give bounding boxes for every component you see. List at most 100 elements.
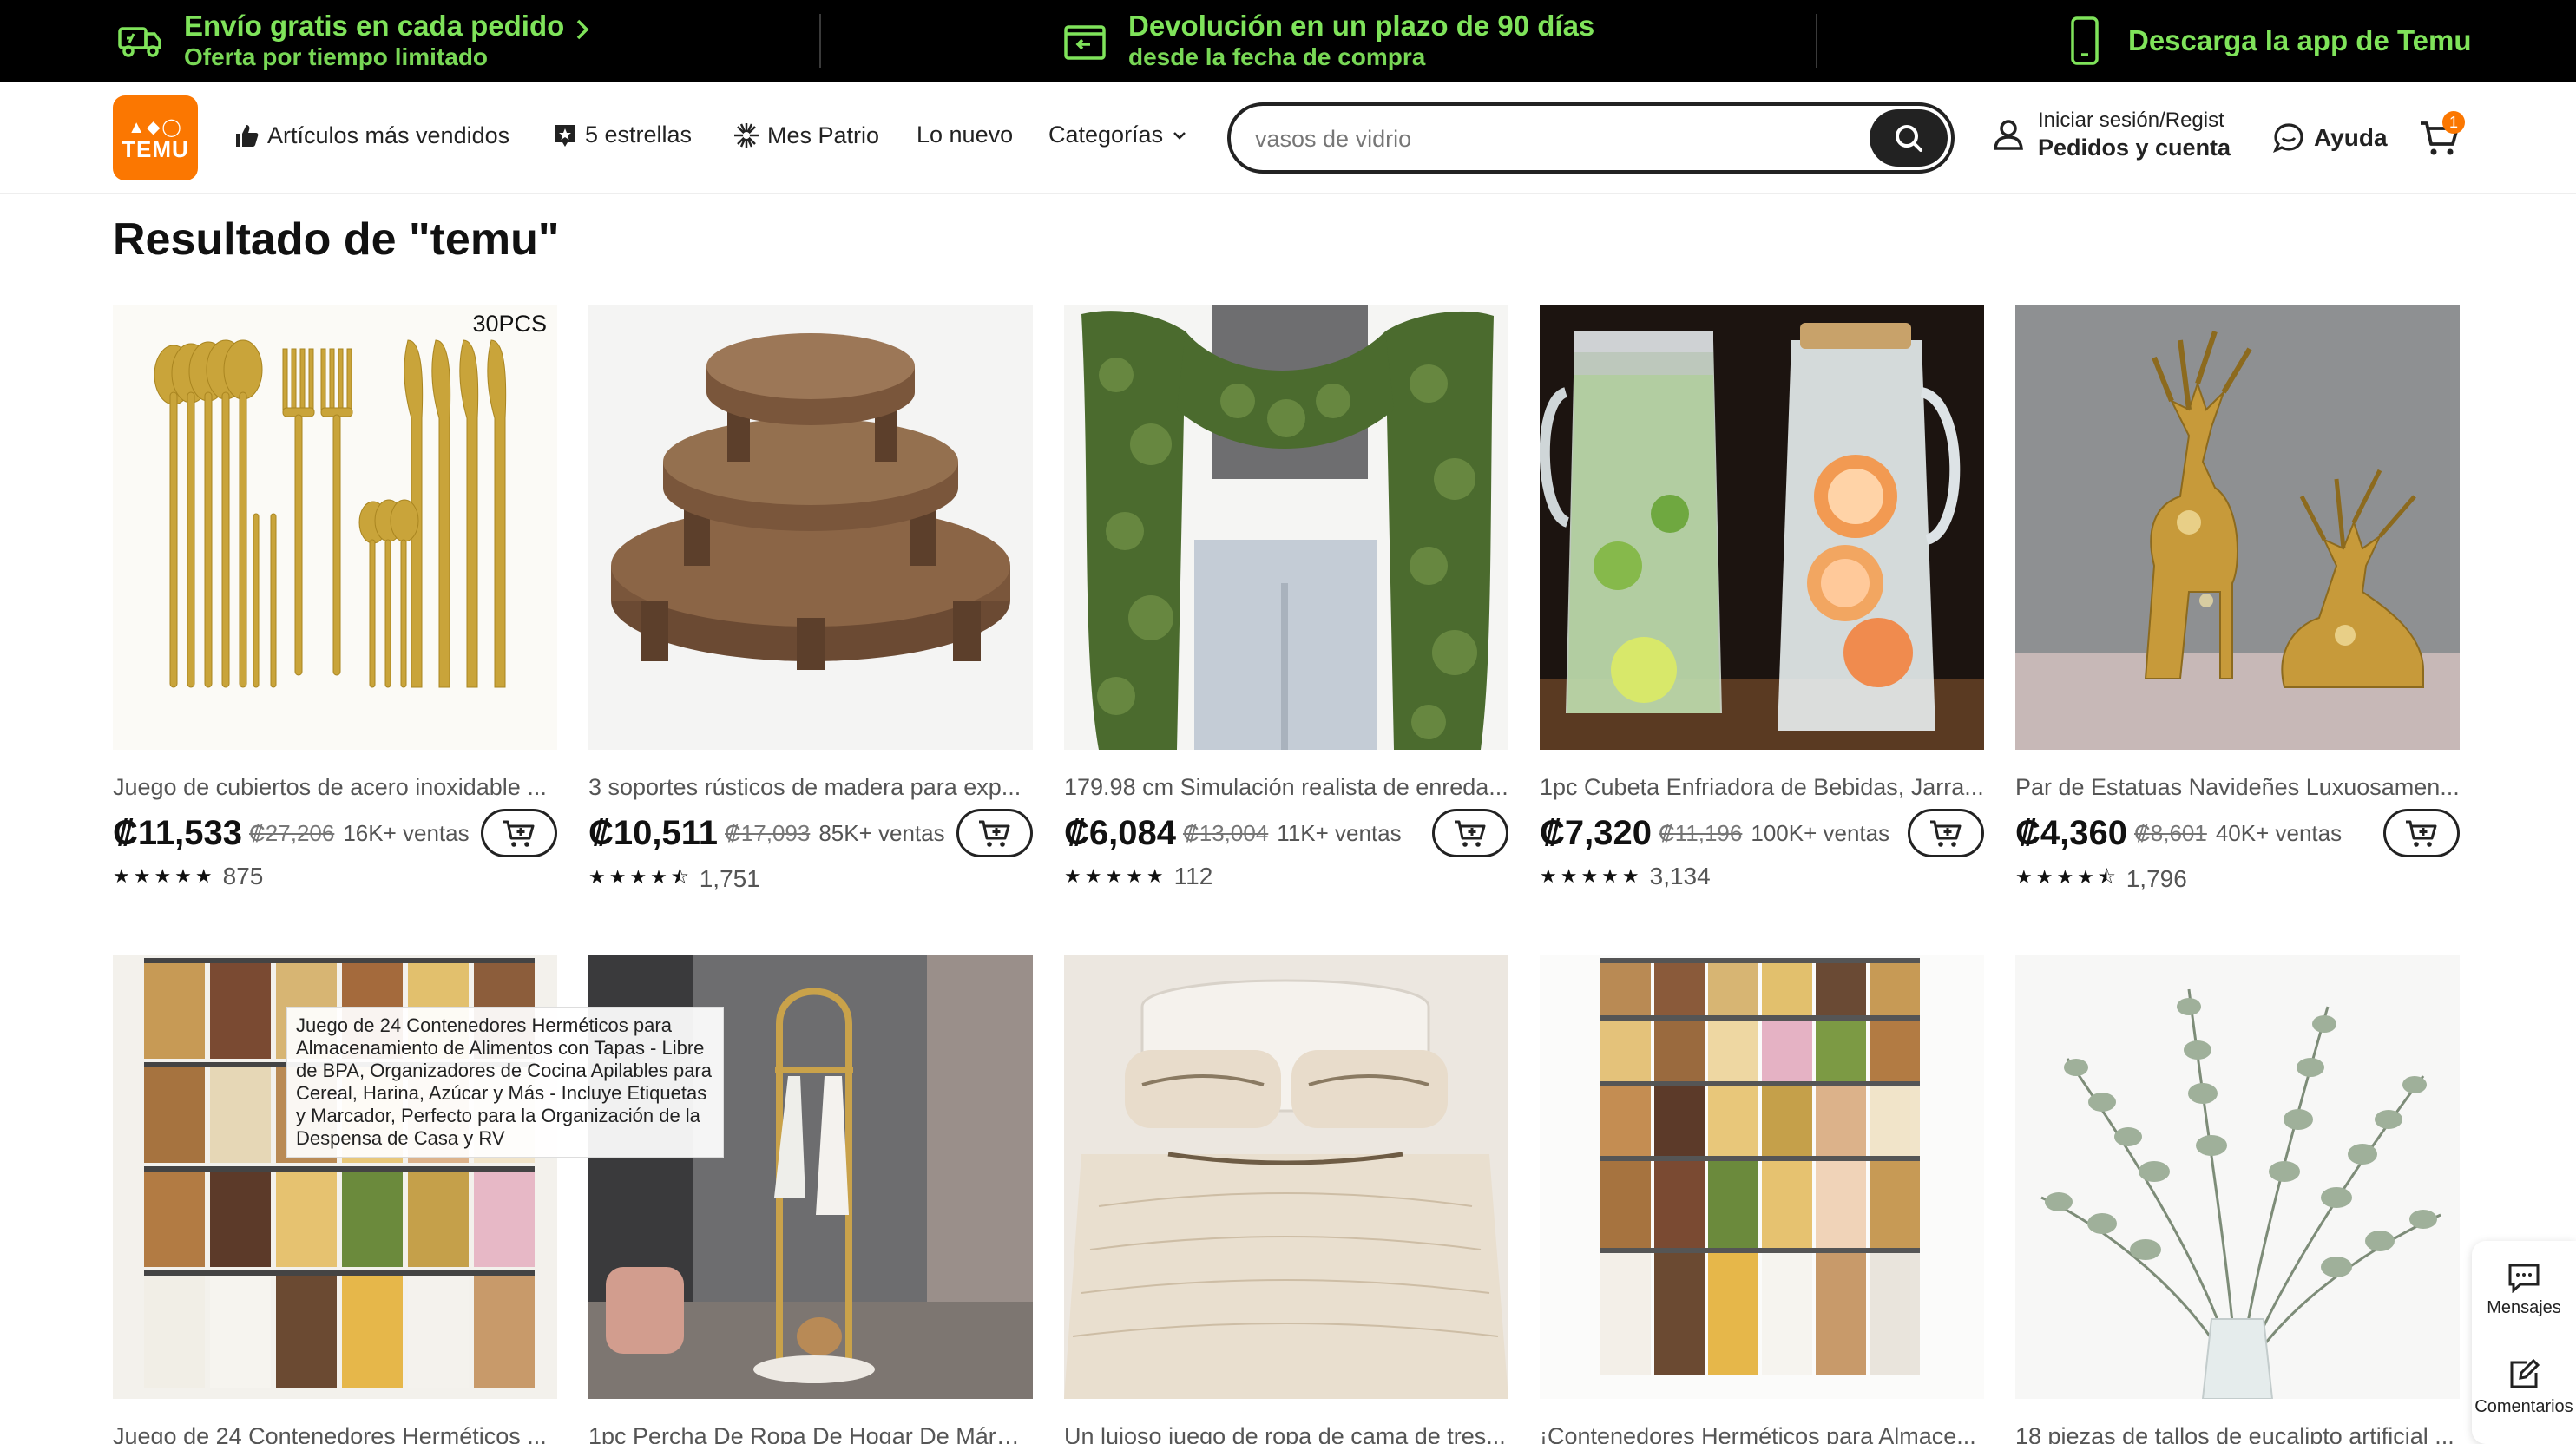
rating-stars: ★★★★★ — [113, 865, 216, 887]
product-sales-count: 85K+ ventas — [818, 819, 945, 846]
thumbs-up-icon — [236, 125, 259, 147]
product-price: ₡11,533 — [113, 813, 243, 852]
glass-pitchers-image — [1540, 305, 1984, 750]
promo-divider — [1816, 14, 1817, 68]
comments-button[interactable]: Comentarios — [2472, 1357, 2576, 1417]
search-input[interactable] — [1255, 121, 1863, 156]
chat-help-icon — [2272, 123, 2303, 154]
shipping-title: Envío gratis en cada pedido — [184, 10, 565, 42]
search-button[interactable] — [1870, 109, 1948, 167]
add-to-cart-button[interactable] — [481, 809, 557, 857]
product-image[interactable] — [588, 305, 1033, 750]
product-image[interactable] — [1540, 955, 1984, 1399]
nav-bestsellers[interactable]: Artículos más vendidos — [233, 121, 509, 149]
price-row: ₡7,320 ₡11,196 100K+ ventas — [1540, 805, 1984, 861]
product-title[interactable]: 18 piezas de tallos de eucalipto artific… — [2015, 1423, 2460, 1444]
wooden-stands-image — [588, 305, 1033, 750]
help-label: Ayuda — [2314, 124, 2388, 151]
product-rating: ★★★★★ 112 — [1064, 863, 1212, 890]
message-icon — [2508, 1264, 2540, 1294]
rating-stars: ★★★★★ — [1064, 865, 1167, 887]
product-original-price: ₡11,196 — [1658, 819, 1743, 846]
shipping-subtitle: Oferta por tiempo limitado — [184, 43, 489, 70]
product-title[interactable]: 1pc Percha De Ropa De Hogar De Márm... — [588, 1423, 1033, 1444]
product-original-price: ₡8,601 — [2133, 819, 2207, 846]
nav-new-label: Lo nuevo — [917, 121, 1014, 148]
add-to-cart-icon — [1455, 820, 1486, 847]
add-to-cart-button[interactable] — [1908, 809, 1984, 857]
product-sales-count: 40K+ ventas — [2215, 819, 2343, 846]
add-to-cart-icon — [1930, 820, 1962, 847]
product-title[interactable]: Un lujoso juego de ropa de cama de tres.… — [1064, 1423, 1508, 1444]
bedding-set-image — [1064, 955, 1508, 1399]
product-title[interactable]: Juego de cubiertos de acero inoxidable .… — [113, 774, 557, 801]
eucalyptus-stems-image — [2015, 955, 2460, 1399]
product-title[interactable]: ¡Contenedores Herméticos para Almace... — [1540, 1423, 1984, 1444]
product-rating: ★★★★★ 3,134 — [1540, 863, 1711, 890]
add-to-cart-icon — [2406, 820, 2437, 847]
chevron-right-icon — [577, 19, 589, 40]
product-image[interactable] — [2015, 955, 2460, 1399]
price-row: ₡6,084 ₡13,004 11K+ ventas — [1064, 805, 1508, 861]
product-image[interactable] — [1064, 955, 1508, 1399]
food-containers-image — [1540, 955, 1984, 1399]
product-title[interactable]: Juego de 24 Contenedores Herméticos ... — [113, 1423, 557, 1444]
product-price: ₡6,084 — [1064, 813, 1176, 852]
chevron-down-icon — [1173, 131, 1186, 140]
product-rating: ★★★★★ 875 — [113, 863, 263, 890]
results-heading: Resultado de "temu" — [113, 214, 560, 265]
rating-stars: ★★★★⯪ — [2015, 866, 2119, 888]
nav-mes-patrio[interactable]: Mes Patrio — [733, 121, 879, 149]
download-app-promo[interactable]: Descarga la app de Temu — [2059, 0, 2472, 82]
price-row: ₡11,533 ₡27,206 16K+ ventas — [113, 805, 557, 861]
site-header: ▲◆◯ TEMU Artículos más vendidos 5 estrel… — [0, 82, 2576, 194]
return-box-icon — [1064, 25, 1106, 60]
product-price: ₡4,360 — [2015, 813, 2127, 852]
add-to-cart-button[interactable] — [956, 809, 1033, 857]
product-title-tooltip: Juego de 24 Contenedores Herméticos para… — [286, 1007, 724, 1158]
side-support-panel: Mensajes Comentarios — [2472, 1241, 2576, 1444]
account-menu[interactable]: Iniciar sesión/Regist Pedidos y cuenta — [1991, 108, 2231, 161]
search-icon — [1896, 125, 1922, 152]
return-policy-promo[interactable]: Devolución en un plazo de 90 días desde … — [1059, 0, 1594, 82]
phone-icon — [2071, 16, 2099, 65]
review-count: 112 — [1173, 863, 1213, 889]
messages-button[interactable]: Mensajes — [2472, 1262, 2576, 1318]
product-sales-count: 16K+ ventas — [343, 819, 470, 846]
product-price: ₡10,511 — [588, 813, 719, 852]
product-price: ₡7,320 — [1540, 813, 1652, 852]
cart-count-badge: 1 — [2442, 111, 2465, 134]
nav-bestsellers-label: Artículos más vendidos — [267, 121, 510, 148]
reindeer-statues-image — [2015, 305, 2460, 750]
product-image[interactable] — [2015, 305, 2460, 750]
product-image[interactable] — [1540, 305, 1984, 750]
product-image[interactable]: 30PCS — [113, 305, 557, 750]
rating-stars: ★★★★★ — [1540, 865, 1643, 887]
product-original-price: ₡13,004 — [1182, 819, 1269, 846]
nav-five-stars-label: 5 estrellas — [585, 121, 693, 148]
account-signin-label: Iniciar sesión/Regist — [2038, 108, 2224, 132]
nav-new[interactable]: Lo nuevo — [917, 121, 1013, 148]
price-row: ₡4,360 ₡8,601 40K+ ventas — [2015, 805, 2460, 861]
star-badge-icon — [555, 124, 575, 147]
product-title[interactable]: Par de Estatuas Navideñes Luxuosamen... — [2015, 774, 2460, 801]
product-original-price: ₡17,093 — [725, 819, 811, 846]
product-title[interactable]: 179.98 cm Simulación realista de enreda.… — [1064, 774, 1508, 801]
help-link[interactable]: Ayuda — [2272, 121, 2388, 154]
logo-mark-icon: ▲◆◯ — [128, 118, 183, 137]
product-image[interactable] — [1064, 305, 1508, 750]
promo-divider — [819, 14, 821, 68]
product-title[interactable]: 1pc Cubeta Enfriadora de Bebidas, Jarra.… — [1540, 774, 1984, 801]
add-to-cart-button[interactable] — [1432, 809, 1508, 857]
add-to-cart-button[interactable] — [2383, 809, 2460, 857]
return-title: Devolución en un plazo de 90 días — [1128, 10, 1595, 42]
comments-label: Comentarios — [2474, 1397, 2573, 1416]
product-original-price: ₡27,206 — [249, 819, 335, 846]
add-to-cart-icon — [503, 820, 535, 847]
temu-logo[interactable]: ▲◆◯ TEMU — [113, 95, 198, 180]
account-orders-label: Pedidos y cuenta — [2038, 135, 2231, 161]
free-shipping-promo[interactable]: Envío gratis en cada pedido Oferta por t… — [115, 0, 594, 82]
nav-five-stars[interactable]: 5 estrellas — [552, 121, 692, 148]
product-title[interactable]: 3 soportes rústicos de madera para exp..… — [588, 774, 1033, 801]
nav-categories[interactable]: Categorías — [1048, 121, 1196, 148]
